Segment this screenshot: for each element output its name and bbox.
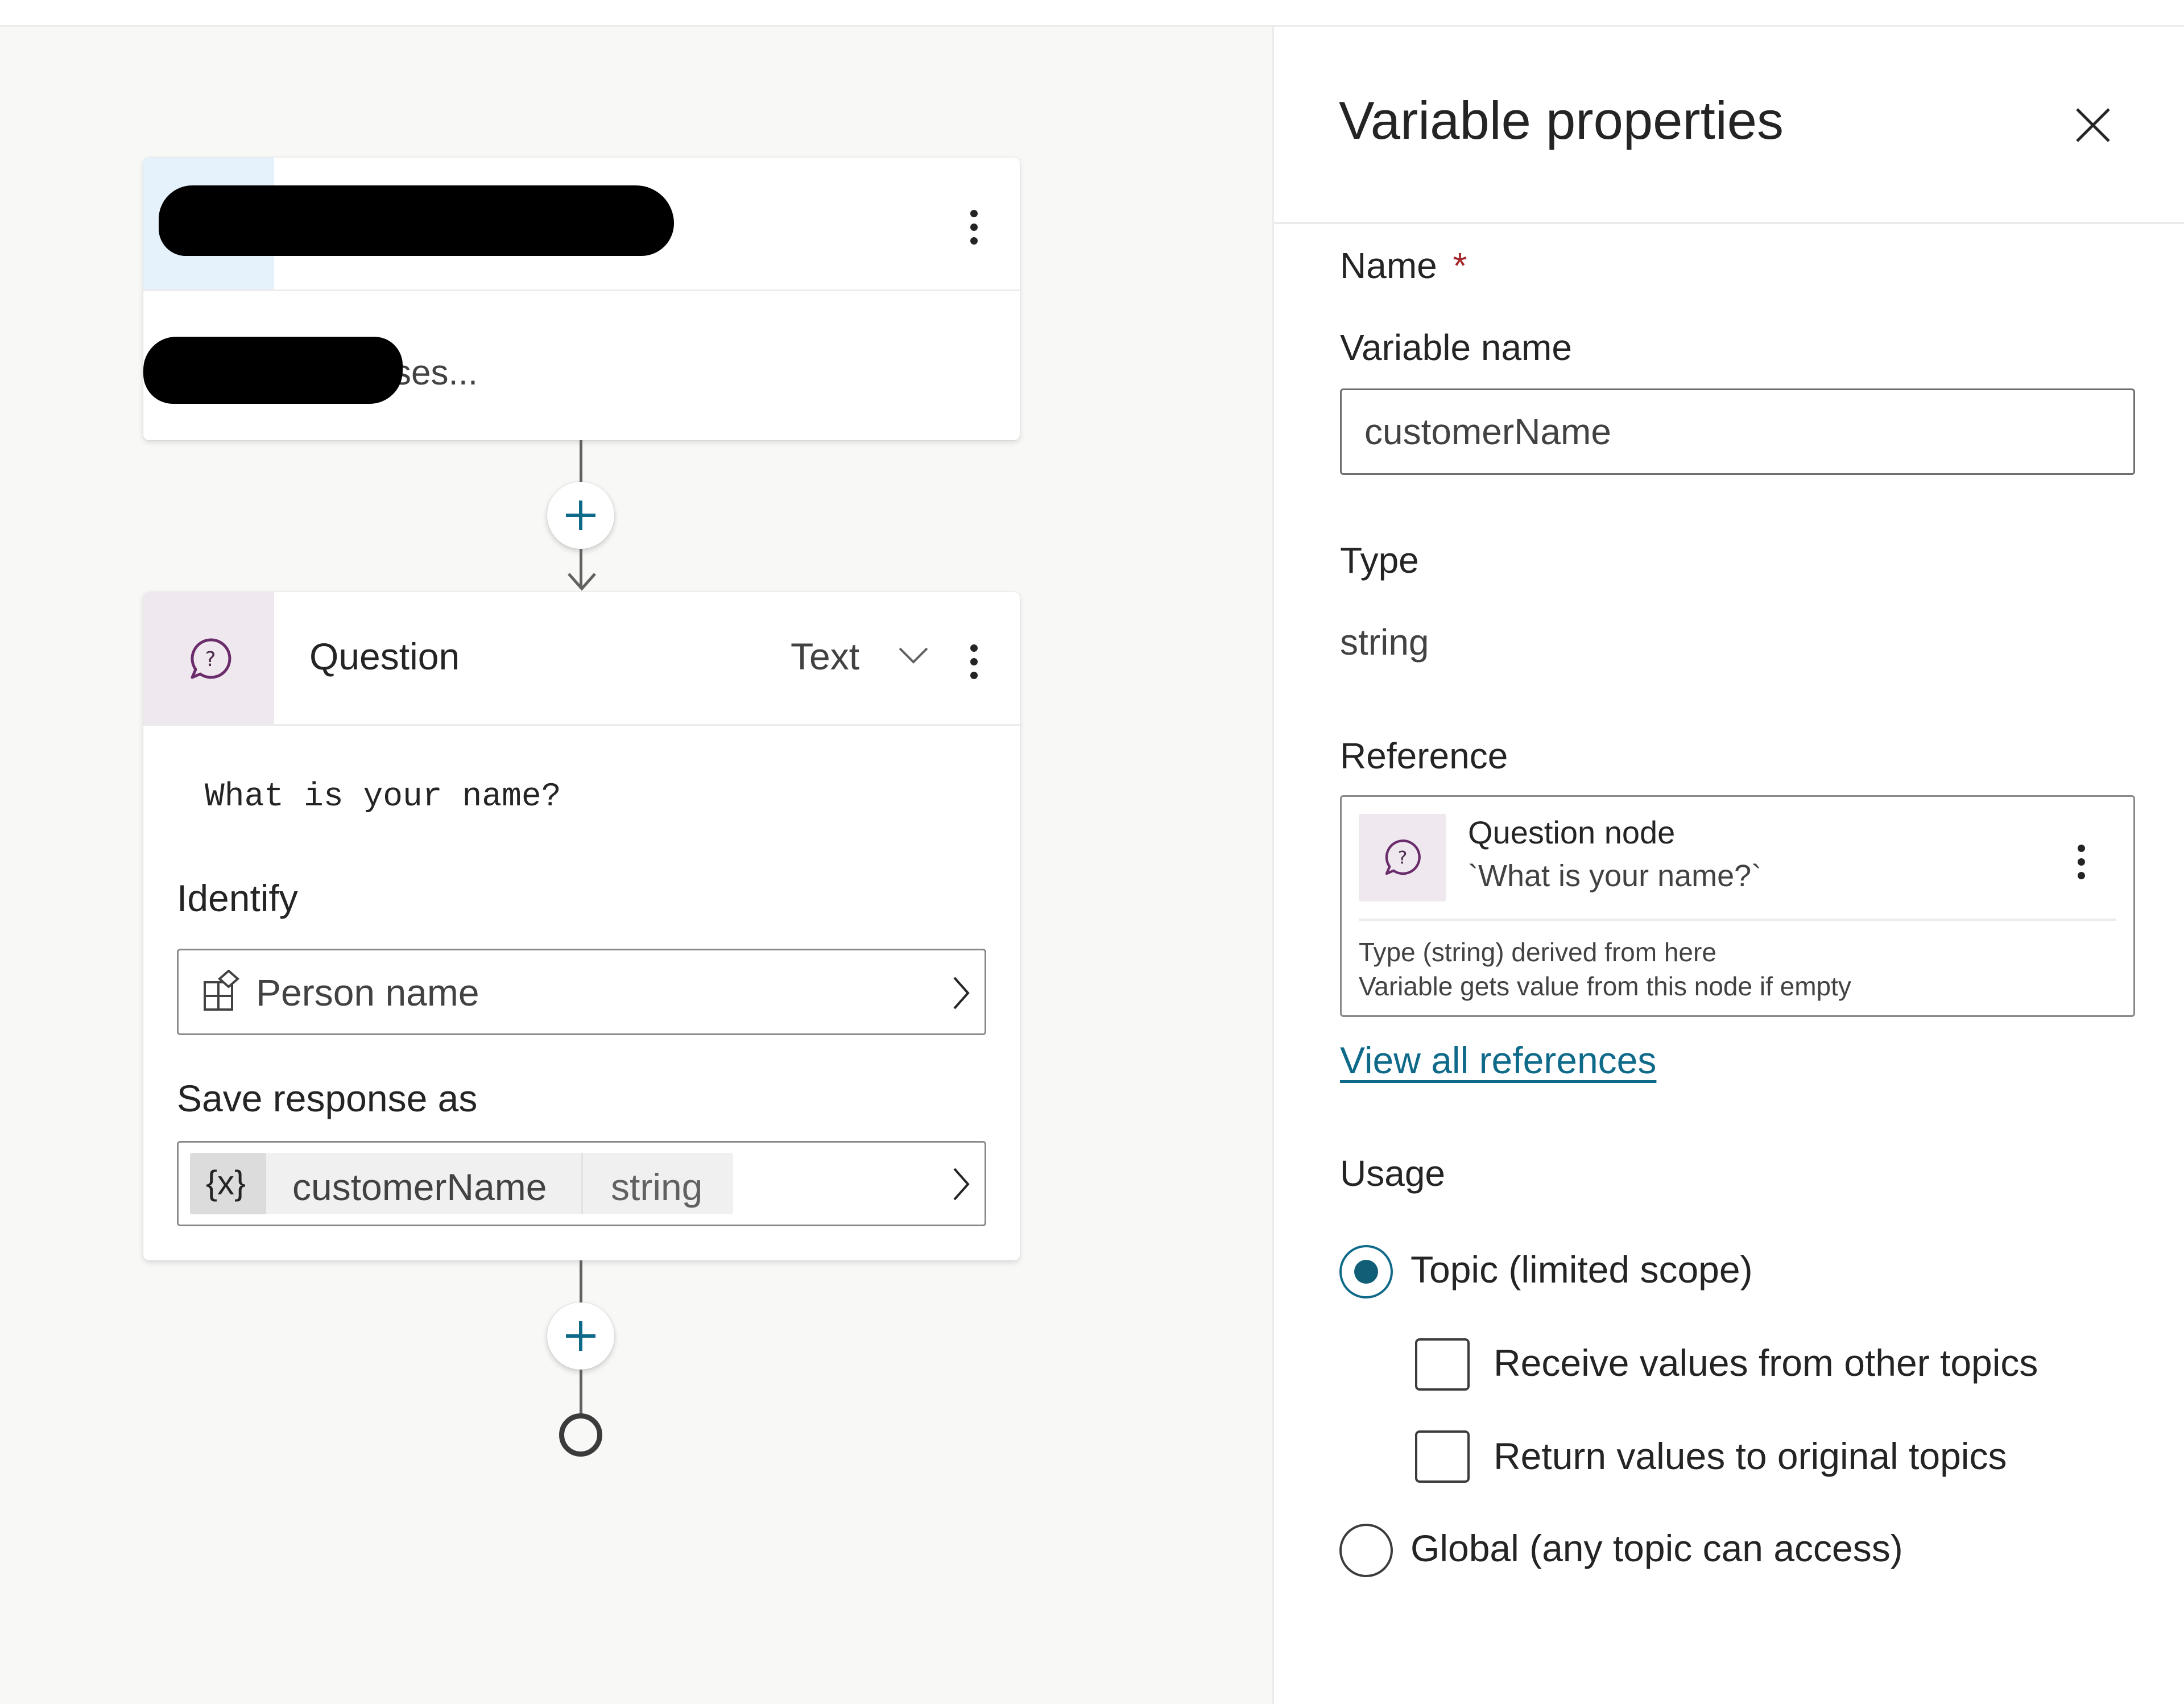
return-values-label[interactable]: Return values to original topics (1494, 1434, 2007, 1478)
connector-line (580, 1370, 582, 1416)
identify-entity-selector[interactable]: Person name (177, 949, 986, 1035)
question-node[interactable]: ? Question Text What is your name? Ident… (143, 592, 1020, 1260)
save-response-variable-selector[interactable]: {x} customerName string (177, 1141, 986, 1226)
usage-global-radio[interactable] (1339, 1524, 1393, 1577)
name-section-text: Name (1340, 245, 1437, 286)
usage-global-label[interactable]: Global (any topic can access) (1410, 1527, 1903, 1570)
redacted-trigger-subtitle (143, 337, 403, 404)
close-icon[interactable] (2075, 107, 2111, 143)
name-section-label: Name * (1340, 245, 1467, 287)
type-label: Type (1340, 540, 1419, 581)
variable-icon: {x} (206, 1164, 246, 1202)
panel-header-divider (1274, 222, 2184, 224)
redacted-trigger-title (159, 185, 674, 256)
plus-icon (566, 501, 595, 530)
variable-name-input[interactable]: customerName (1340, 388, 2135, 475)
variable-icon-box: {x} (190, 1153, 266, 1214)
variable-name: customerName (292, 1166, 547, 1208)
reference-card[interactable]: ? Question node `What is your name?` Typ… (1340, 795, 2135, 1017)
arrow-down-icon (568, 573, 596, 591)
chevron-down-icon (899, 647, 928, 664)
connector-line (580, 1260, 582, 1304)
reference-note-type: Type (string) derived from here (1359, 937, 1716, 967)
usage-topic-radio[interactable] (1339, 1245, 1393, 1298)
question-prompt-text[interactable]: What is your name? (205, 779, 561, 816)
trigger-more-options-button[interactable] (967, 210, 981, 251)
chevron-right-icon (953, 1168, 970, 1201)
save-response-label: Save response as (177, 1077, 478, 1119)
reference-note-value: Variable gets value from this node if em… (1359, 971, 1851, 1001)
reference-icon-box: ? (1359, 814, 1446, 901)
pill-divider (581, 1153, 583, 1214)
usage-label: Usage (1340, 1153, 1445, 1194)
identify-entity-value: Person name (256, 971, 479, 1014)
required-asterisk: * (1453, 245, 1467, 286)
plus-icon (566, 1321, 595, 1351)
svg-text:?: ? (205, 648, 216, 671)
reference-label: Reference (1340, 735, 1508, 776)
question-more-options-button[interactable] (967, 644, 981, 685)
variable-type: string (611, 1166, 703, 1208)
usage-topic-label[interactable]: Topic (limited scope) (1410, 1248, 1753, 1291)
end-of-flow-marker (559, 1413, 602, 1457)
type-value: string (1340, 622, 1429, 663)
reference-card-divider (1359, 919, 2116, 921)
trigger-subtitle: ses... (394, 353, 478, 392)
question-icon-area: ? (143, 592, 274, 724)
chevron-right-icon (953, 977, 970, 1010)
receive-values-label[interactable]: Receive values from other topics (1494, 1341, 2038, 1384)
connector-line (580, 440, 582, 482)
question-bubble-icon: ? (191, 638, 231, 679)
top-bar (0, 0, 2184, 27)
return-values-checkbox[interactable] (1415, 1430, 1470, 1483)
view-all-references-link[interactable]: View all references (1340, 1039, 1656, 1082)
identify-label: Identify (177, 877, 298, 919)
question-bubble-icon: ? (1385, 839, 1421, 875)
reference-more-options-button[interactable] (2074, 845, 2088, 886)
question-type-value: Text (791, 635, 860, 677)
entity-shapes-icon (204, 970, 240, 1011)
question-type-dropdown[interactable]: Text (791, 635, 928, 680)
add-node-button[interactable] (547, 1302, 614, 1370)
question-node-header: ? Question Text (143, 592, 1020, 726)
panel-title: Variable properties (1339, 90, 1784, 150)
receive-values-checkbox[interactable] (1415, 1338, 1470, 1391)
svg-text:?: ? (1398, 848, 1408, 868)
question-node-title: Question (309, 635, 460, 677)
variable-name-label: Variable name (1340, 327, 1572, 368)
radio-selected-dot (1354, 1260, 1378, 1284)
reference-node-subtitle: `What is your name?` (1468, 859, 1762, 893)
reference-node-title: Question node (1468, 814, 1676, 850)
variable-pill[interactable]: {x} customerName string (190, 1153, 733, 1214)
add-node-button[interactable] (547, 482, 614, 549)
